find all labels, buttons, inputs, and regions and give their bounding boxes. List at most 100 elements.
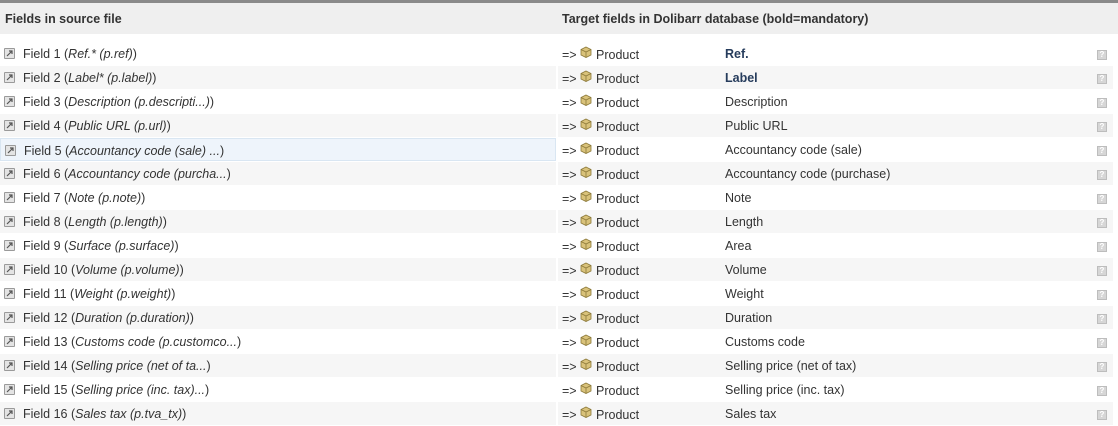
drag-handle-icon[interactable] (4, 336, 15, 347)
drag-handle-icon[interactable] (4, 312, 15, 323)
mapping-row[interactable]: Field 13 (Customs code (p.customco...) =>… (0, 330, 1118, 354)
target-field-name: Duration (725, 311, 773, 325)
mapping-row[interactable]: Field 4 (Public URL (p.url)) => Product Pub… (0, 114, 1118, 138)
field-number: Field 15 (23, 383, 68, 397)
help-icon[interactable]: ? (1097, 266, 1107, 276)
source-field-cell[interactable]: Field 13 (Customs code (p.customco...) (0, 330, 556, 353)
source-field-label: Field 11 (Weight (p.weight)) (23, 287, 176, 301)
mapping-arrow: => (562, 144, 577, 158)
mapping-row[interactable]: Field 16 (Sales tax (p.tva_tx)) => Product… (0, 402, 1118, 426)
mapping-row[interactable]: Field 7 (Note (p.note)) => Product Note? (0, 186, 1118, 210)
source-field-cell[interactable]: Field 1 (Ref.* (p.ref)) (0, 42, 556, 65)
drag-handle-icon[interactable] (4, 264, 15, 275)
mapping-row[interactable]: Field 5 (Accountancy code (sale) ...) => P… (0, 138, 1118, 162)
drag-handle-icon[interactable] (5, 145, 16, 156)
product-icon (580, 382, 592, 394)
help-icon[interactable]: ? (1097, 50, 1107, 60)
help-icon[interactable]: ? (1097, 122, 1107, 132)
source-field-cell[interactable]: Field 10 (Volume (p.volume)) (0, 258, 556, 281)
product-icon (580, 142, 592, 154)
drag-handle-icon[interactable] (4, 120, 15, 131)
help-icon[interactable]: ? (1097, 146, 1107, 156)
drag-handle-icon[interactable] (4, 384, 15, 395)
drag-handle-icon[interactable] (4, 240, 15, 251)
source-field-cell[interactable]: Field 2 (Label* (p.label)) (0, 66, 556, 89)
help-icon[interactable]: ? (1097, 386, 1107, 396)
help-icon[interactable]: ? (1097, 290, 1107, 300)
help-icon[interactable]: ? (1097, 74, 1107, 84)
mapping-row[interactable]: Field 2 (Label* (p.label)) => Product Label… (0, 66, 1118, 90)
drag-handle-icon[interactable] (4, 216, 15, 227)
mapping-arrow: => (562, 168, 577, 182)
mapping-row[interactable]: Field 8 (Length (p.length)) => Product Leng… (0, 210, 1118, 234)
field-number: Field 5 (24, 144, 62, 158)
field-source-name: Public URL (p.url) (68, 119, 167, 133)
field-source-name: Length (p.length) (68, 215, 163, 229)
product-icon (580, 238, 592, 250)
target-field-name: Selling price (net of tax) (725, 359, 857, 373)
drag-handle-icon[interactable] (4, 72, 15, 83)
help-icon[interactable]: ? (1097, 194, 1107, 204)
mapping-row[interactable]: Field 14 (Selling price (net of ta...) =>… (0, 354, 1118, 378)
source-field-label: Field 1 (Ref.* (p.ref)) (23, 47, 137, 61)
drag-handle-icon[interactable] (4, 168, 15, 179)
source-field-cell[interactable]: Field 15 (Selling price (inc. tax)...) (0, 378, 556, 401)
source-field-cell[interactable]: Field 4 (Public URL (p.url)) (0, 114, 556, 137)
field-source-name: Label* (p.label) (68, 71, 153, 85)
product-icon (580, 190, 592, 202)
field-source-name: Surface (p.surface) (68, 239, 175, 253)
source-field-cell[interactable]: Field 8 (Length (p.length)) (0, 210, 556, 233)
source-field-cell[interactable]: Field 16 (Sales tax (p.tva_tx)) (0, 402, 556, 425)
mapping-arrow: => (562, 96, 577, 110)
source-field-cell[interactable]: Field 3 (Description (p.descripti...)) (0, 90, 556, 113)
mapping-row[interactable]: Field 12 (Duration (p.duration)) => Produc… (0, 306, 1118, 330)
target-field-name: Selling price (inc. tax) (725, 383, 845, 397)
target-group-label: Product (596, 168, 640, 182)
help-icon[interactable]: ? (1097, 338, 1107, 348)
help-icon[interactable]: ? (1097, 98, 1107, 108)
source-field-cell[interactable]: Field 7 (Note (p.note)) (0, 186, 556, 209)
mapping-arrow: => (562, 120, 577, 134)
source-field-label: Field 16 (Sales tax (p.tva_tx)) (23, 407, 187, 421)
mapping-row[interactable]: Field 15 (Selling price (inc. tax)...) =>… (0, 378, 1118, 402)
drag-handle-icon[interactable] (4, 96, 15, 107)
source-field-label: Field 10 (Volume (p.volume)) (23, 263, 184, 277)
help-icon[interactable]: ? (1097, 170, 1107, 180)
target-field-cell (558, 42, 1113, 65)
source-field-cell[interactable]: Field 6 (Accountancy code (purcha...) (0, 162, 556, 185)
mapping-row[interactable]: Field 9 (Surface (p.surface)) => Product Ar… (0, 234, 1118, 258)
field-number: Field 16 (23, 407, 68, 421)
help-icon[interactable]: ? (1097, 242, 1107, 252)
source-field-cell[interactable]: Field 11 (Weight (p.weight)) (0, 282, 556, 305)
source-field-cell[interactable]: Field 12 (Duration (p.duration)) (0, 306, 556, 329)
drag-handle-icon[interactable] (4, 192, 15, 203)
help-icon[interactable]: ? (1097, 218, 1107, 228)
field-source-name: Weight (p.weight) (74, 287, 172, 301)
field-source-name: Accountancy code (purcha... (68, 167, 227, 181)
mapping-row[interactable]: Field 1 (Ref.* (p.ref)) => Product Ref.? (0, 42, 1118, 66)
field-number: Field 13 (23, 335, 68, 349)
help-icon[interactable]: ? (1097, 362, 1107, 372)
target-group-label: Product (596, 312, 640, 326)
drag-handle-icon[interactable] (4, 408, 15, 419)
mapping-row[interactable]: Field 3 (Description (p.descripti...)) =>… (0, 90, 1118, 114)
source-field-cell[interactable]: Field 9 (Surface (p.surface)) (0, 234, 556, 257)
drag-handle-icon[interactable] (4, 360, 15, 371)
help-icon[interactable]: ? (1097, 314, 1107, 324)
field-number: Field 7 (23, 191, 61, 205)
source-field-label: Field 3 (Description (p.descripti...)) (23, 95, 215, 109)
target-group-label: Product (596, 408, 640, 422)
target-group-label: Product (596, 144, 640, 158)
mapping-arrow: => (562, 264, 577, 278)
mapping-row[interactable]: Field 6 (Accountancy code (purcha...) => P… (0, 162, 1118, 186)
mapping-row[interactable]: Field 11 (Weight (p.weight)) => Product Wei… (0, 282, 1118, 306)
drag-handle-icon[interactable] (4, 288, 15, 299)
product-icon (580, 406, 592, 418)
field-source-name: Note (p.note) (68, 191, 142, 205)
help-icon[interactable]: ? (1097, 410, 1107, 420)
drag-handle-icon[interactable] (4, 48, 15, 59)
source-field-cell[interactable]: Field 14 (Selling price (net of ta...) (0, 354, 556, 377)
mapping-row[interactable]: Field 10 (Volume (p.volume)) => Product Vol… (0, 258, 1118, 282)
source-field-cell[interactable]: Field 5 (Accountancy code (sale) ...) (0, 138, 556, 161)
source-field-label: Field 7 (Note (p.note)) (23, 191, 146, 205)
